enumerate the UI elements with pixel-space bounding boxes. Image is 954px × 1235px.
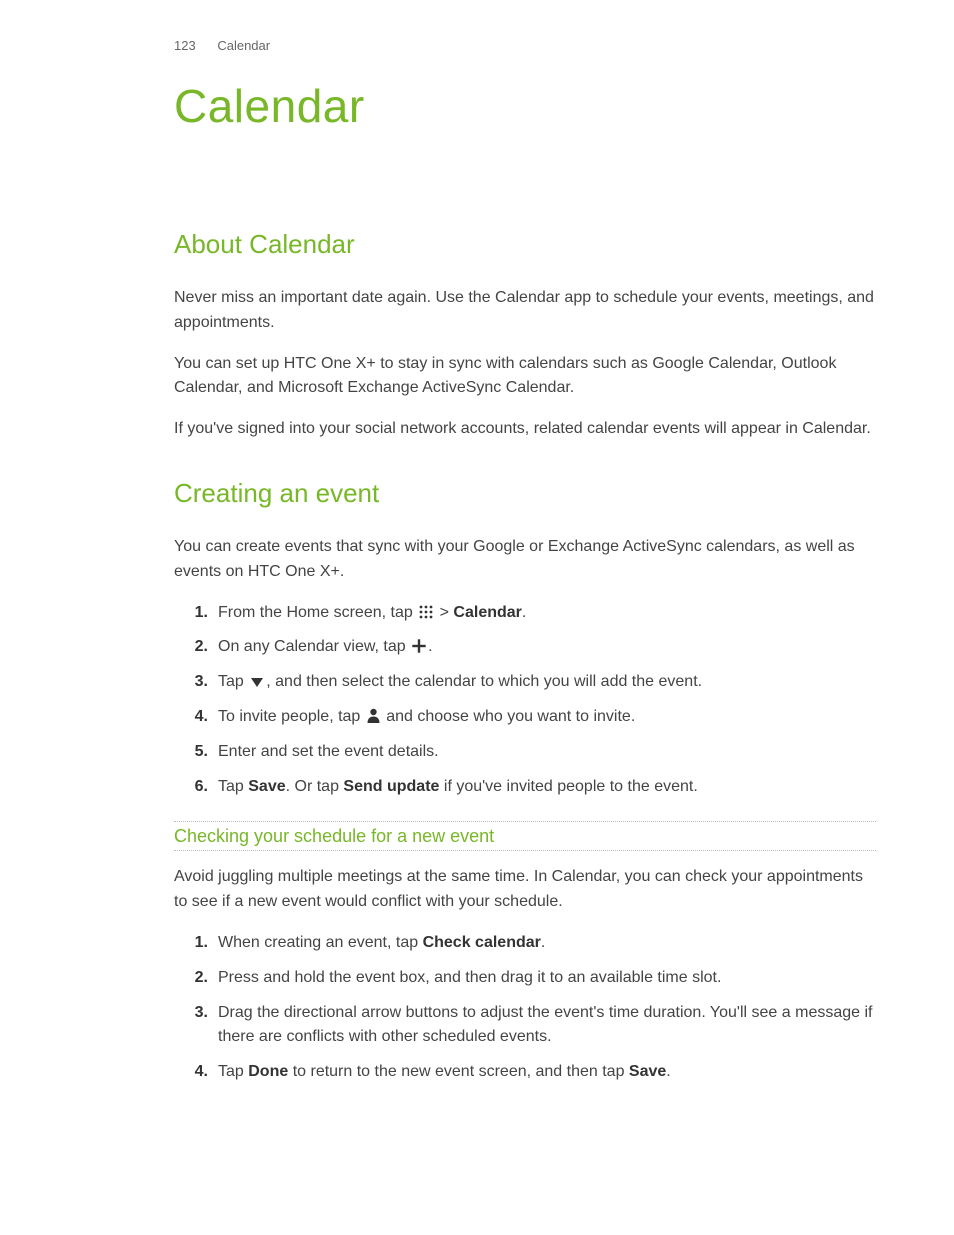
person-icon	[367, 708, 380, 723]
creating-step-6: Tap Save. Or tap Send update if you've i…	[184, 775, 876, 800]
step-text: and choose who you want to invite.	[382, 708, 636, 725]
step-text: .	[541, 934, 545, 951]
step-bold-save: Save	[248, 778, 285, 795]
checking-step-4: Tap Done to return to the new event scre…	[184, 1060, 876, 1085]
step-text: .	[666, 1063, 670, 1080]
step-text: Tap	[218, 778, 248, 795]
step-text: Press and hold the event box, and then d…	[218, 969, 721, 986]
heading-about-calendar: About Calendar	[174, 229, 876, 260]
step-bold-check-calendar: Check calendar	[423, 934, 541, 951]
section-about-calendar: About Calendar Never miss an important d…	[174, 229, 876, 442]
checking-step-1: When creating an event, tap Check calend…	[184, 931, 876, 956]
section-creating-event: Creating an event You can create events …	[174, 478, 876, 1085]
heading-checking-schedule: Checking your schedule for a new event	[174, 821, 876, 851]
creating-step-3: Tap , and then select the calendar to wh…	[184, 670, 876, 695]
step-text: When creating an event, tap	[218, 934, 423, 951]
step-text: To invite people, tap	[218, 708, 365, 725]
step-text: , and then select the calendar to which …	[266, 673, 702, 690]
about-paragraph-2: You can set up HTC One X+ to stay in syn…	[174, 352, 876, 402]
step-bold-calendar: Calendar	[453, 604, 521, 621]
step-text: From the Home screen, tap	[218, 604, 417, 621]
creating-steps-list: From the Home screen, tap > Calendar. On…	[184, 601, 876, 800]
step-bold-done: Done	[248, 1063, 288, 1080]
dropdown-triangle-icon	[250, 676, 264, 688]
all-apps-icon	[419, 605, 433, 619]
step-text: .	[428, 638, 432, 655]
step-text: Drag the directional arrow buttons to ad…	[218, 1004, 872, 1046]
step-text: Tap	[218, 1063, 248, 1080]
checking-step-3: Drag the directional arrow buttons to ad…	[184, 1001, 876, 1051]
plus-icon	[412, 639, 426, 653]
page: 123 Calendar Calendar About Calendar Nev…	[0, 0, 954, 1235]
creating-intro: You can create events that sync with you…	[174, 535, 876, 585]
chapter-title: Calendar	[174, 79, 876, 133]
creating-step-5: Enter and set the event details.	[184, 740, 876, 765]
heading-creating-event: Creating an event	[174, 478, 876, 509]
step-text: Enter and set the event details.	[218, 743, 439, 760]
checking-steps-list: When creating an event, tap Check calend…	[184, 931, 876, 1085]
page-number: 123	[174, 38, 196, 53]
step-text: Tap	[218, 673, 248, 690]
running-header: 123 Calendar	[174, 38, 876, 53]
step-text: >	[435, 604, 453, 621]
about-paragraph-1: Never miss an important date again. Use …	[174, 286, 876, 336]
header-section-name: Calendar	[217, 38, 270, 53]
step-bold-send-update: Send update	[343, 778, 439, 795]
step-text: .	[522, 604, 526, 621]
step-text: to return to the new event screen, and t…	[288, 1063, 629, 1080]
step-text: if you've invited people to the event.	[439, 778, 697, 795]
checking-step-2: Press and hold the event box, and then d…	[184, 966, 876, 991]
step-bold-save: Save	[629, 1063, 666, 1080]
creating-step-2: On any Calendar view, tap .	[184, 635, 876, 660]
checking-intro: Avoid juggling multiple meetings at the …	[174, 865, 876, 915]
step-text: On any Calendar view, tap	[218, 638, 410, 655]
creating-step-4: To invite people, tap and choose who you…	[184, 705, 876, 730]
creating-step-1: From the Home screen, tap > Calendar.	[184, 601, 876, 626]
about-paragraph-3: If you've signed into your social networ…	[174, 417, 876, 442]
step-text: . Or tap	[286, 778, 344, 795]
